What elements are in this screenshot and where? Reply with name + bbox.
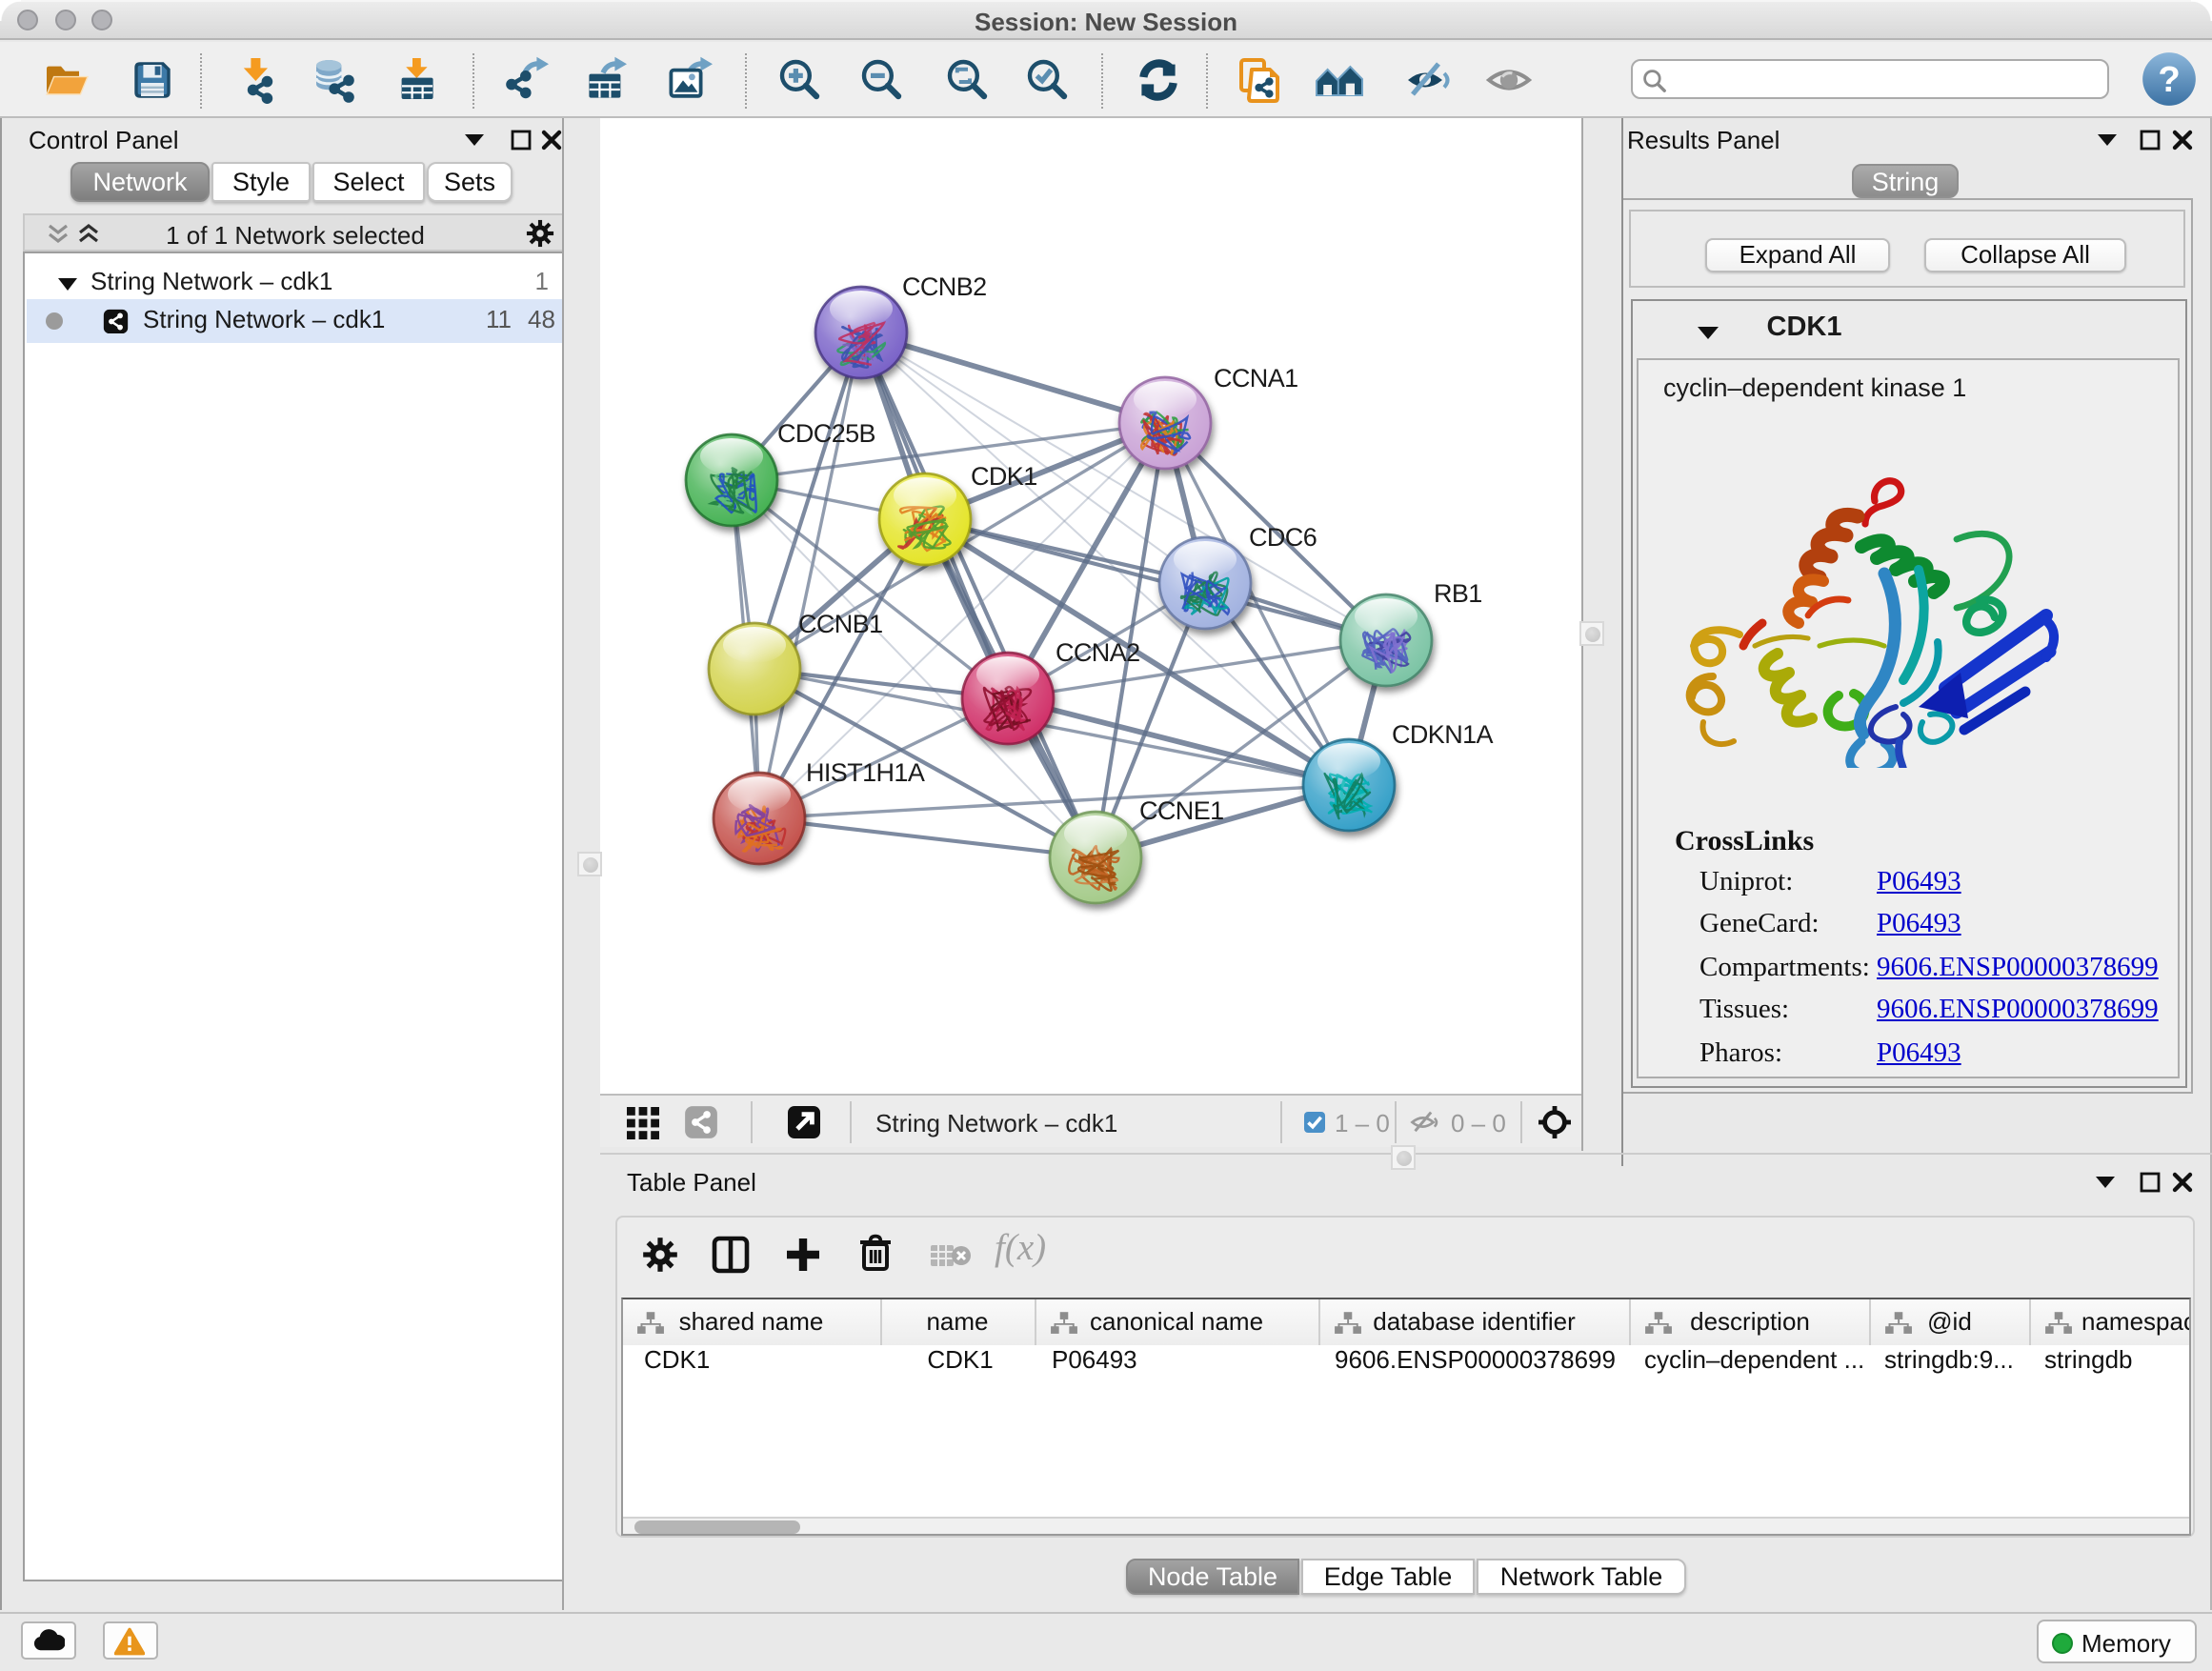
svg-text:CDC25B: CDC25B bbox=[776, 419, 875, 448]
svg-text:CDC6: CDC6 bbox=[1248, 523, 1316, 552]
svg-text:?: ? bbox=[2158, 59, 2180, 100]
svg-text:CCNA1: CCNA1 bbox=[1213, 364, 1297, 393]
svg-text:CCNE1: CCNE1 bbox=[1138, 796, 1223, 825]
svg-text:RB1: RB1 bbox=[1433, 579, 1481, 608]
svg-text:CCNB2: CCNB2 bbox=[901, 272, 986, 301]
svg-text:CCNB1: CCNB1 bbox=[797, 610, 882, 638]
svg-text:CDKN1A: CDKN1A bbox=[1391, 720, 1493, 749]
svg-text:CDK1: CDK1 bbox=[970, 462, 1036, 491]
svg-text:CCNA2: CCNA2 bbox=[1055, 638, 1139, 667]
svg-text:HIST1H1A: HIST1H1A bbox=[805, 758, 924, 787]
